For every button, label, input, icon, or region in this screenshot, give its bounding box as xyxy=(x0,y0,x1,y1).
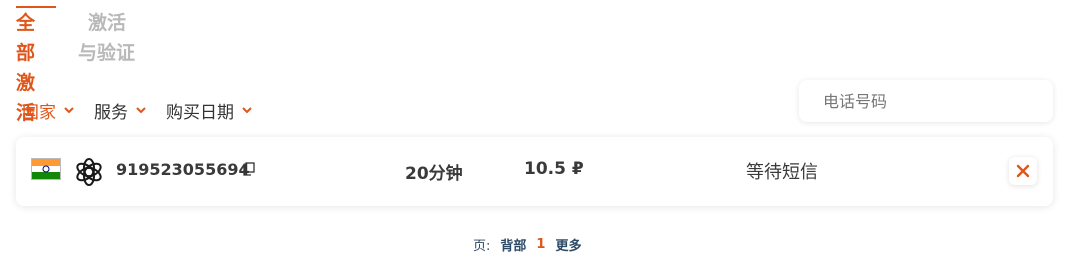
filter-purchase-date[interactable]: 购买日期 xyxy=(166,98,254,123)
close-icon xyxy=(1016,164,1030,178)
phone-number: 919523055694 xyxy=(116,160,250,179)
cancel-button[interactable] xyxy=(1009,157,1037,185)
openai-icon xyxy=(76,158,102,186)
tab-verif-line1: 激活 xyxy=(88,12,127,34)
tab-verif-line2: 与验证 xyxy=(78,42,136,64)
filter-country-label: 国家 xyxy=(22,102,56,123)
activation-row: 919523055694 20分钟 10.5 ₽ 等待短信 xyxy=(16,137,1053,206)
tab-all-line1: 全部 xyxy=(16,12,36,64)
price: 10.5 ₽ xyxy=(524,159,584,179)
active-tab-indicator xyxy=(16,6,56,8)
filter-purchase-date-label: 购买日期 xyxy=(166,102,234,123)
chevron-down-icon xyxy=(136,107,146,114)
pagination: 页: 背部 1 更多 xyxy=(473,234,581,254)
copy-icon[interactable] xyxy=(242,162,256,176)
chevron-down-icon xyxy=(242,107,252,114)
chevron-down-icon xyxy=(64,107,74,114)
filter-country[interactable]: 国家 xyxy=(22,98,76,123)
filter-service-label: 服务 xyxy=(94,102,128,123)
status-text: 等待短信 xyxy=(746,162,818,183)
filter-bar: 国家 服务 购买日期 xyxy=(22,98,254,123)
page-more-link[interactable]: 更多 xyxy=(555,235,581,254)
filter-service[interactable]: 服务 xyxy=(94,98,148,123)
page-back-link[interactable]: 背部 xyxy=(500,235,526,254)
page-current[interactable]: 1 xyxy=(536,237,545,252)
page-label: 页: xyxy=(473,238,491,254)
india-flag-icon xyxy=(31,158,61,180)
phone-search-input[interactable] xyxy=(799,80,1053,122)
tab-activation-verification[interactable]: 激活 与验证 xyxy=(78,8,135,68)
remaining-time: 20分钟 xyxy=(405,164,463,184)
